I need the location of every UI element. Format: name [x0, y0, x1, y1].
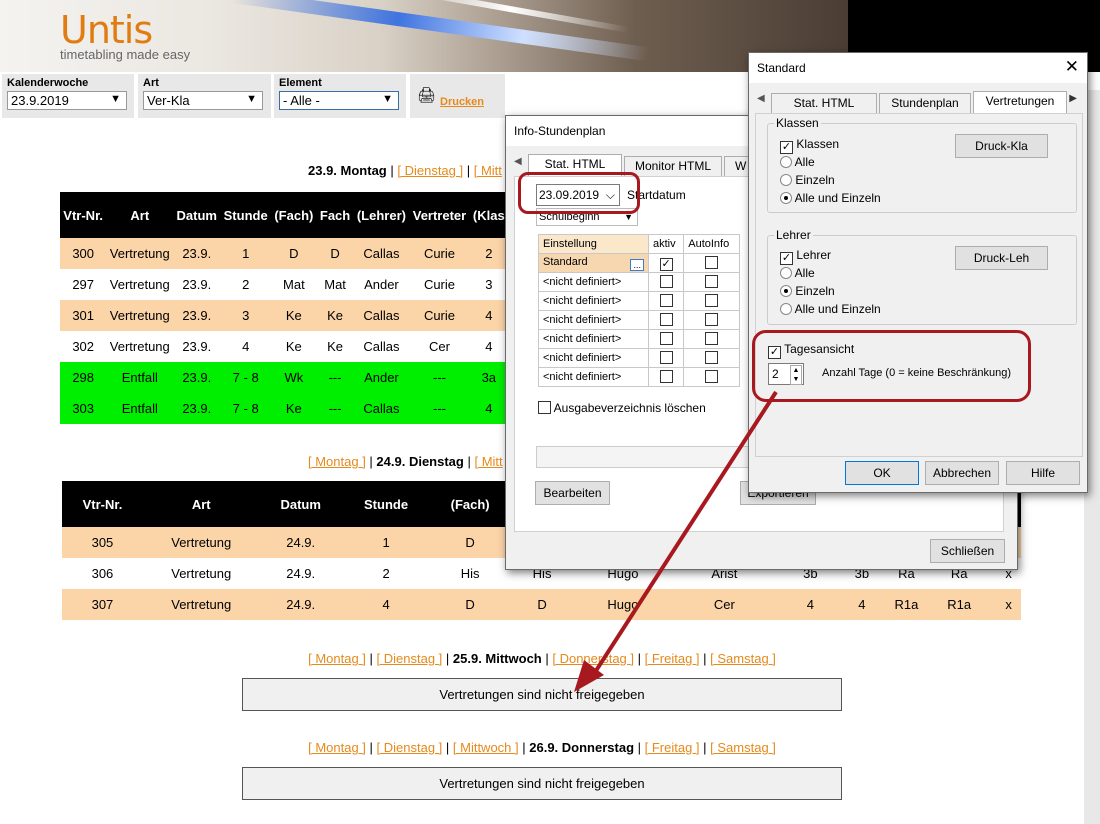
annotation-arrow: [574, 390, 778, 692]
arrow-shaft: [588, 390, 778, 682]
